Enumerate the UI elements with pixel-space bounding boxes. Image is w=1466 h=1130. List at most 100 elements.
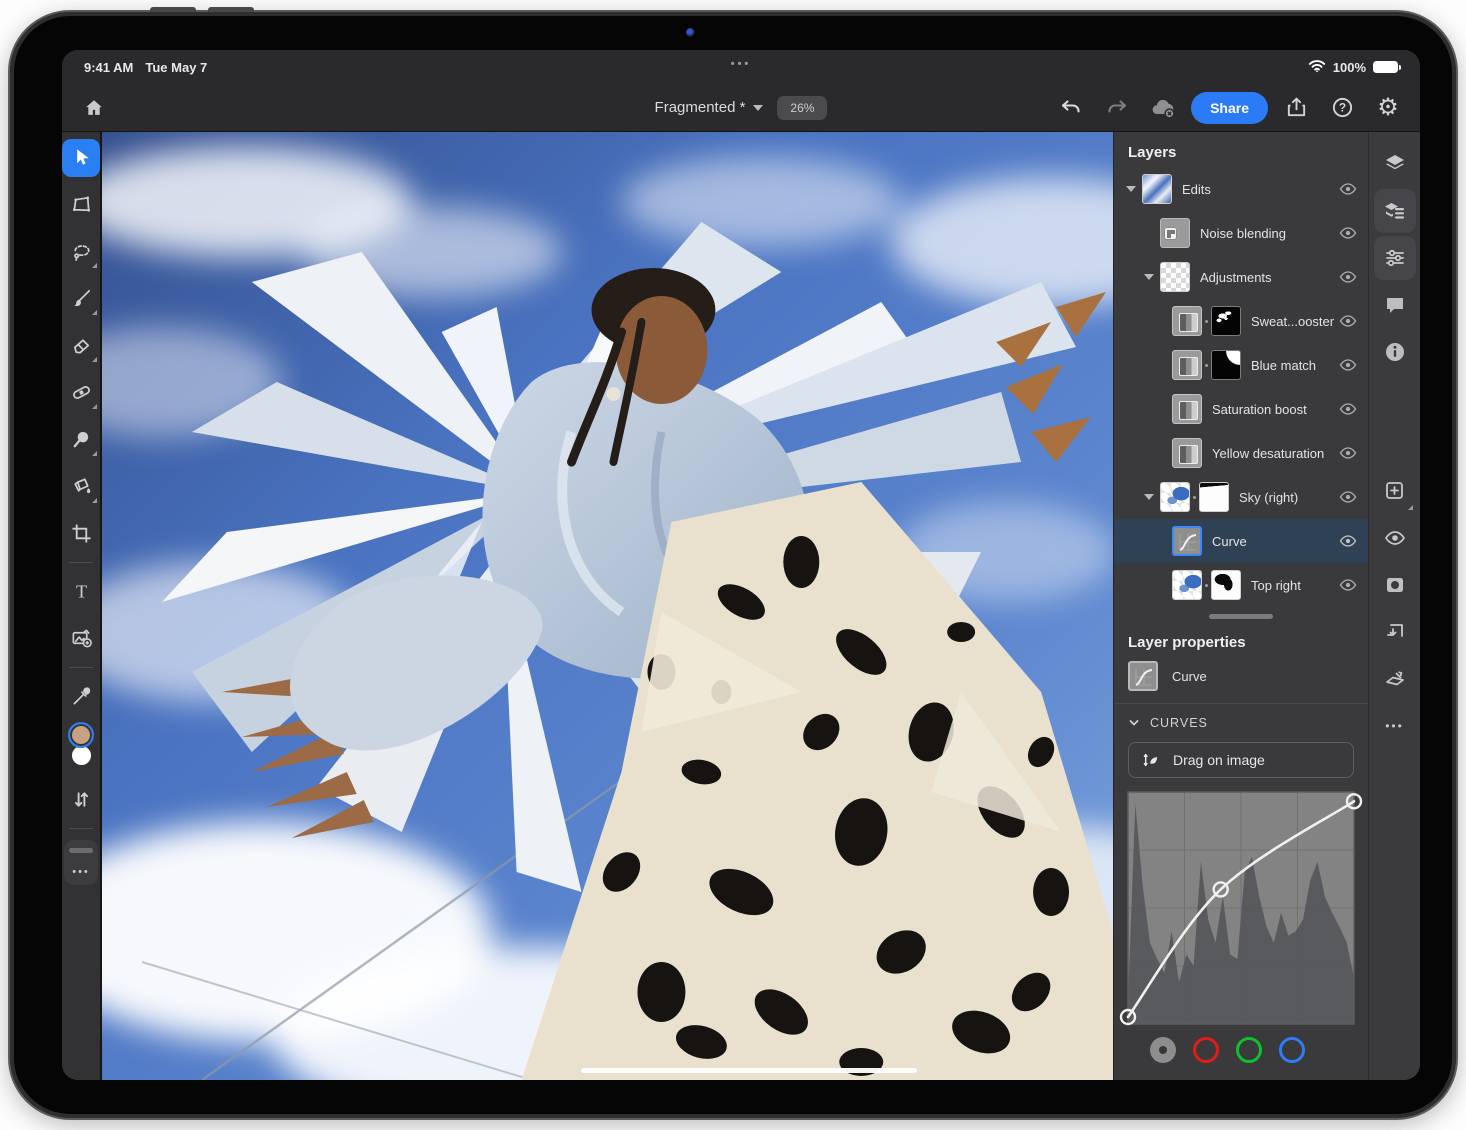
visibility-eye-icon[interactable] (1338, 487, 1358, 507)
layer-row-noise-blending[interactable]: Noise blending (1114, 211, 1368, 255)
help-button[interactable]: ? (1324, 90, 1360, 126)
more-options-icon[interactable]: ••• (1374, 704, 1416, 748)
more-tools-icon[interactable]: ••• (72, 869, 90, 879)
adjustment-thumbnail (1172, 438, 1202, 468)
artwork-fragmented-collage (102, 132, 1113, 1080)
eyedropper-tool[interactable] (62, 678, 100, 716)
visibility-eye-icon[interactable] (1338, 267, 1358, 287)
fill-bucket-tool[interactable] (62, 468, 100, 506)
blend-badge-icon (1164, 227, 1177, 240)
settings-gear-icon[interactable]: ⚙ (1370, 90, 1406, 126)
layer-row-sky-right[interactable]: Sky (right) (1114, 475, 1368, 519)
visibility-eye-icon[interactable] (1338, 399, 1358, 419)
visibility-eye-icon[interactable] (1338, 531, 1358, 551)
channel-rgb-button[interactable] (1150, 1037, 1176, 1063)
layer-thumbnail (1160, 482, 1190, 512)
mask-link-dot (1205, 584, 1208, 587)
channel-green-button[interactable] (1236, 1037, 1262, 1063)
crop-tool[interactable] (62, 515, 100, 553)
right-icon-rail: ••• (1368, 132, 1420, 1080)
color-wells[interactable] (62, 722, 100, 774)
disclosure-triangle-icon[interactable] (1144, 274, 1154, 280)
layer-row-edits[interactable]: Edits (1114, 167, 1368, 211)
rail-divider (69, 667, 93, 668)
document-title[interactable]: Fragmented * (655, 99, 764, 116)
export-icon[interactable] (1278, 90, 1314, 126)
visibility-eye-icon[interactable] (1338, 223, 1358, 243)
curve-thumbnail (1172, 526, 1202, 556)
disclosure-triangle-icon[interactable] (1126, 186, 1136, 192)
curves-section-header[interactable]: CURVES (1114, 704, 1368, 740)
layer-row-blue-match[interactable]: Blue match (1114, 343, 1368, 387)
layer-row-top-right[interactable]: Top right (1114, 563, 1368, 607)
transform-tool[interactable] (62, 186, 100, 224)
healing-brush-tool[interactable] (62, 374, 100, 412)
battery-icon (1373, 61, 1398, 73)
mask-link-dot (1205, 364, 1208, 367)
adjustment-thumbnail (1172, 394, 1202, 424)
foreground-color-well[interactable] (68, 722, 94, 748)
multitask-dots-icon[interactable]: ••• (62, 58, 1420, 70)
layer-row-curve-selected[interactable]: Curve (1114, 519, 1368, 563)
home-indicator-bar[interactable] (581, 1068, 917, 1073)
layer-properties-row: Curve (1114, 659, 1368, 703)
flatten-merge-icon[interactable] (1374, 657, 1416, 701)
share-button[interactable]: Share (1191, 92, 1268, 124)
tool-options-pill: ••• (64, 840, 98, 885)
type-tool[interactable]: T (62, 573, 100, 611)
document-canvas[interactable] (102, 132, 1113, 1080)
layer-row-sweat-booster[interactable]: Sweat...ooster (1114, 299, 1368, 343)
undo-button[interactable] (1053, 90, 1089, 126)
channel-blue-button[interactable] (1279, 1037, 1305, 1063)
tool-rail: T ••• (62, 132, 102, 1080)
mask-thumbnail (1211, 570, 1241, 600)
place-image-tool[interactable] (62, 620, 100, 658)
info-icon[interactable] (1374, 330, 1416, 374)
drag-on-image-button[interactable]: Drag on image (1128, 742, 1354, 778)
visibility-eye-icon[interactable] (1338, 311, 1358, 331)
visibility-eye-icon[interactable] (1338, 443, 1358, 463)
brush-tool[interactable] (62, 280, 100, 318)
adjustments-sliders-icon[interactable] (1374, 236, 1416, 280)
dodge-burn-tool[interactable] (62, 421, 100, 459)
layer-visibility-icon[interactable] (1374, 516, 1416, 560)
visibility-eye-icon[interactable] (1338, 355, 1358, 375)
comments-icon[interactable] (1374, 283, 1416, 327)
swap-colors-icon[interactable] (62, 781, 100, 819)
tablet-device: 9:41 AM Tue May 7 ••• 100% (8, 10, 1458, 1120)
curves-histogram-chart[interactable] (1128, 792, 1354, 1024)
adjustment-thumbnail (1172, 306, 1202, 336)
channel-selector (1114, 1027, 1368, 1063)
layer-properties-name: Curve (1172, 669, 1207, 684)
home-button[interactable] (76, 90, 112, 126)
visibility-eye-icon[interactable] (1338, 575, 1358, 595)
mask-thumbnail (1211, 350, 1241, 380)
channel-red-button[interactable] (1193, 1037, 1219, 1063)
panel-resize-handle[interactable] (1209, 614, 1273, 619)
compact-layers-view-icon[interactable] (1374, 189, 1416, 233)
layers-view-icon[interactable] (1374, 142, 1416, 186)
mask-thumbnail (1199, 482, 1229, 512)
clip-layer-icon[interactable] (1374, 610, 1416, 654)
drag-handle[interactable] (69, 848, 93, 853)
mask-thumbnail (1211, 306, 1241, 336)
curves-chart-wrap (1114, 788, 1368, 1027)
zoom-level-badge[interactable]: 26% (777, 96, 827, 120)
disclosure-triangle-icon[interactable] (1144, 494, 1154, 500)
rail-divider (69, 562, 93, 563)
curve-thumbnail (1128, 661, 1158, 691)
top-toolbar: Fragmented * 26% (62, 84, 1420, 132)
cloud-sync-offline-icon[interactable] (1145, 90, 1181, 126)
add-layer-icon[interactable] (1374, 469, 1416, 513)
redo-button[interactable] (1099, 90, 1135, 126)
visibility-eye-icon[interactable] (1338, 179, 1358, 199)
lasso-select-tool[interactable] (62, 233, 100, 271)
layers-panel: Layers Edits Noise blending (1113, 132, 1368, 1080)
layer-row-saturation-boost[interactable]: Saturation boost (1114, 387, 1368, 431)
eraser-tool[interactable] (62, 327, 100, 365)
mask-link-dot (1193, 496, 1196, 499)
move-tool[interactable] (62, 139, 100, 177)
layer-row-adjustments[interactable]: Adjustments (1114, 255, 1368, 299)
layer-row-yellow-desaturation[interactable]: Yellow desaturation (1114, 431, 1368, 475)
layer-mask-icon[interactable] (1374, 563, 1416, 607)
